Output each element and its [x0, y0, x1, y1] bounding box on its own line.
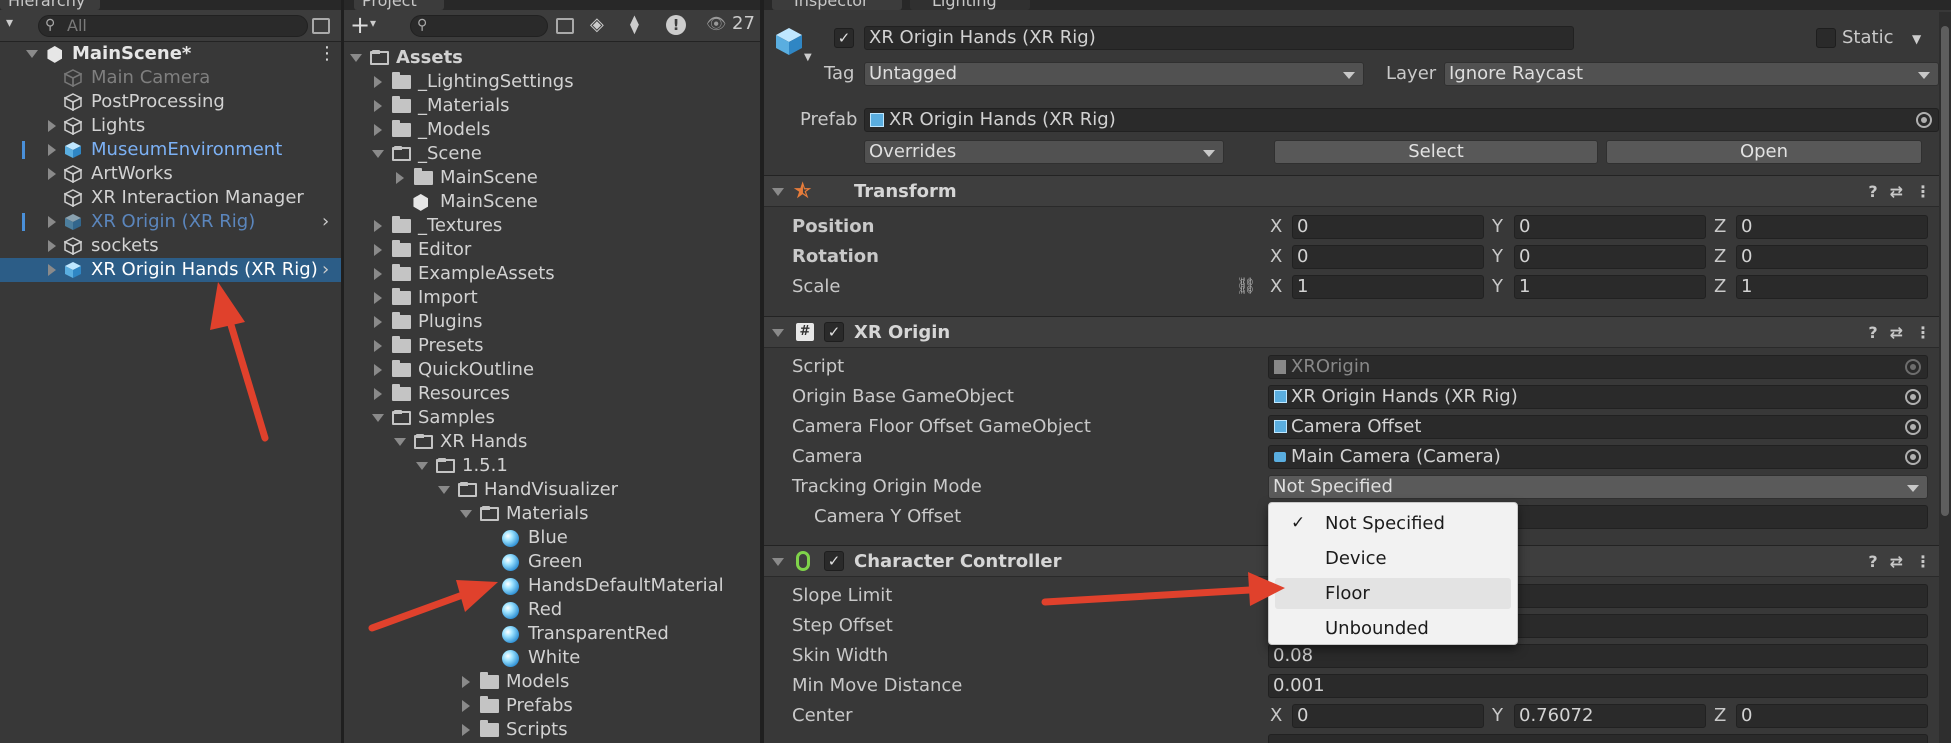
annotation-arrows: [210, 282, 1285, 632]
